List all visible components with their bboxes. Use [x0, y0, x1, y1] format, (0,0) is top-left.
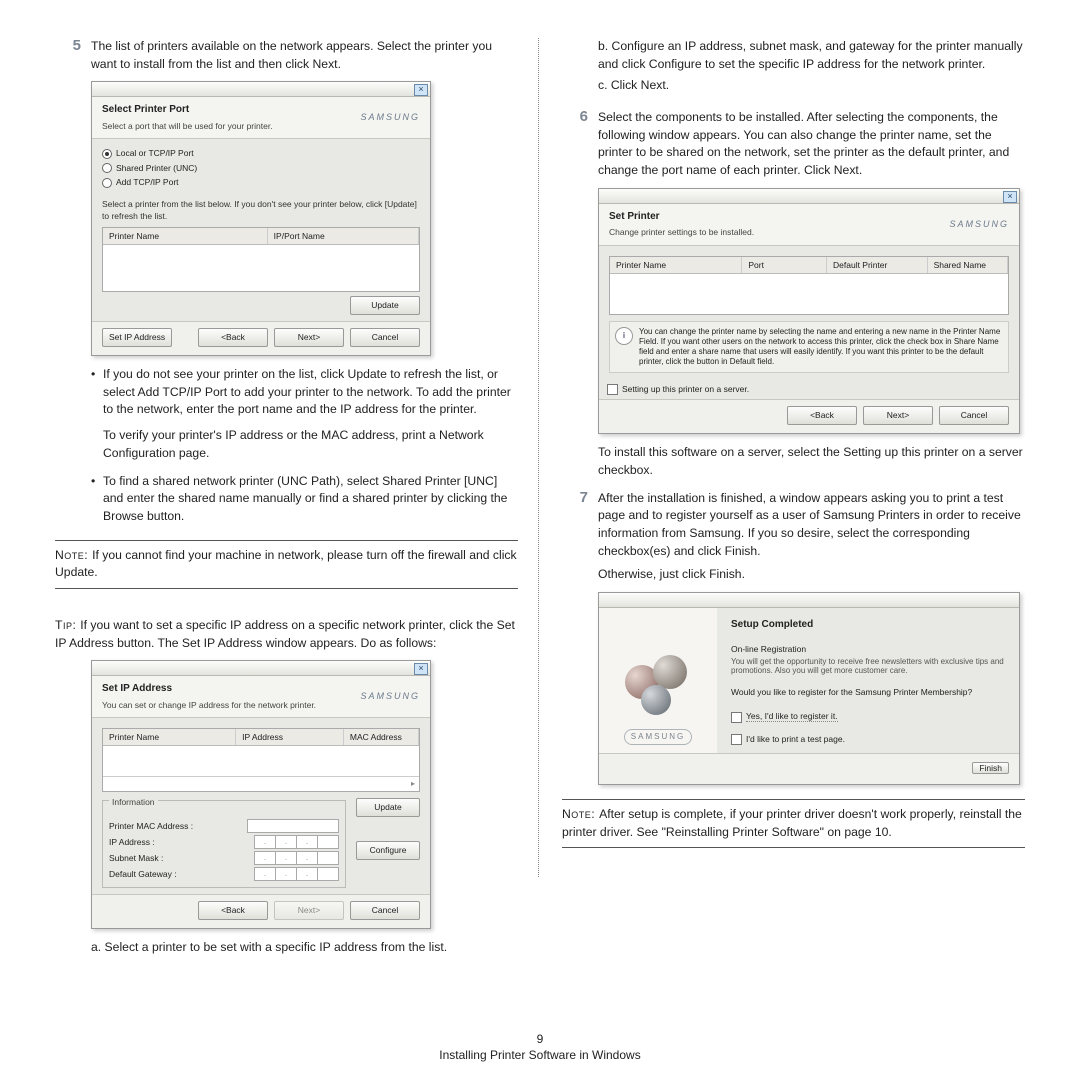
note-firewall: Note: If you cannot find your machine in…: [55, 547, 518, 582]
sub-b: b. Configure an IP address, subnet mask,…: [562, 38, 1025, 73]
dialog-select-printer-port: × Select Printer Port Select a port that…: [91, 81, 431, 356]
next-button: Next>: [274, 901, 344, 920]
col-ip: IP Address: [236, 729, 344, 745]
label-mac: Printer MAC Address :: [109, 820, 193, 832]
dialog-subtitle: You can set or change IP address for the…: [102, 699, 316, 711]
step-7-otherwise: Otherwise, just click Finish.: [562, 566, 1025, 584]
bullet-unc: •To find a shared network printer (UNC P…: [91, 473, 518, 526]
dialog-set-ip: × Set IP Address You can set or change I…: [91, 660, 431, 929]
dialog-subtitle: Change printer settings to be installed.: [609, 226, 754, 238]
column-divider: [538, 38, 539, 877]
ip-printer-table[interactable]: Printer Name IP Address MAC Address ▸: [102, 728, 420, 792]
left-column: 5 The list of printers available on the …: [55, 38, 540, 957]
configure-button[interactable]: Configure: [356, 841, 420, 860]
step-5-number: 5: [55, 38, 91, 73]
step-5: 5 The list of printers available on the …: [55, 38, 518, 73]
col-shared: Shared Name: [928, 257, 1008, 273]
bullet-update-extra: To verify your printer's IP address or t…: [91, 427, 518, 462]
completed-graphic: SAMSUNG: [599, 608, 717, 753]
dialog-hint: Select a printer from the list below. If…: [102, 198, 420, 223]
footer-title: Installing Printer Software in Windows: [0, 1048, 1080, 1062]
cancel-button[interactable]: Cancel: [350, 901, 420, 920]
set-printer-table[interactable]: Printer Name Port Default Printer Shared…: [609, 256, 1009, 315]
dialog-title: Set Printer: [609, 211, 660, 222]
samsung-logo: SAMSUNG: [624, 729, 692, 745]
set-ip-button[interactable]: Set IP Address: [102, 328, 172, 347]
cancel-button[interactable]: Cancel: [350, 328, 420, 347]
update-button[interactable]: Update: [356, 798, 420, 817]
server-checkbox-row[interactable]: Setting up this printer on a server.: [599, 379, 1019, 399]
col-port: Port: [742, 257, 827, 273]
sub-a: a. Select a printer to be set with a spe…: [55, 939, 518, 957]
step-5-text: The list of printers available on the ne…: [91, 38, 518, 73]
setup-completed-title: Setup Completed: [731, 618, 1007, 633]
radio-shared-unc[interactable]: Shared Printer (UNC): [102, 162, 420, 174]
page-footer: 9 Installing Printer Software in Windows: [0, 1032, 1080, 1062]
step-7: 7 After the installation is finished, a …: [562, 490, 1025, 561]
step-6-number: 6: [562, 109, 598, 180]
back-button[interactable]: <Back: [787, 406, 857, 425]
step-6: 6 Select the components to be installed.…: [562, 109, 1025, 180]
label-ip: IP Address :: [109, 836, 155, 848]
close-icon[interactable]: ×: [1003, 191, 1017, 203]
back-button[interactable]: <Back: [198, 901, 268, 920]
server-checkbox[interactable]: [607, 384, 618, 395]
dialog-titlebar: ×: [92, 82, 430, 97]
membership-question: Would you like to register for the Samsu…: [731, 686, 1007, 698]
radio-add-tcpip[interactable]: Add TCP/IP Port: [102, 176, 420, 188]
dialog-setup-completed: SAMSUNG Setup Completed On-line Registra…: [598, 592, 1020, 785]
cancel-button[interactable]: Cancel: [939, 406, 1009, 425]
samsung-logo: SAMSUNG: [949, 218, 1009, 231]
info-icon: i: [615, 327, 633, 345]
after-step6-text: To install this software on a server, se…: [562, 444, 1025, 479]
step-6-text: Select the components to be installed. A…: [598, 109, 1025, 180]
checkbox-testpage[interactable]: I'd like to print a test page.: [731, 725, 1007, 747]
radio-local-tcpip[interactable]: Local or TCP/IP Port: [102, 147, 420, 159]
update-button[interactable]: Update: [350, 296, 420, 315]
info-legend: Information: [109, 797, 158, 807]
checkbox-register[interactable]: Yes, I'd like to register it.: [731, 708, 1007, 724]
page-number: 9: [0, 1032, 1080, 1046]
step-7-number: 7: [562, 490, 598, 561]
note-reinstall: Note: After setup is complete, if your p…: [562, 806, 1025, 841]
sub-c: c. Click Next.: [562, 77, 1025, 95]
col-mac: MAC Address: [344, 729, 419, 745]
samsung-logo: SAMSUNG: [360, 111, 420, 124]
col-printer-name: Printer Name: [103, 729, 236, 745]
dialog-subtitle: Select a port that will be used for your…: [102, 120, 273, 132]
close-icon[interactable]: ×: [414, 84, 428, 96]
col-printer-name: Printer Name: [103, 228, 268, 244]
info-note: i You can change the printer name by sel…: [609, 321, 1009, 373]
next-button[interactable]: Next>: [863, 406, 933, 425]
col-ip-port: IP/Port Name: [268, 228, 419, 244]
label-subnet: Subnet Mask :: [109, 852, 163, 864]
col-printer-name: Printer Name: [610, 257, 742, 273]
samsung-logo: SAMSUNG: [360, 690, 420, 703]
step-7-text: After the installation is finished, a wi…: [598, 490, 1025, 561]
finish-button[interactable]: Finish: [972, 762, 1009, 774]
bullet-update: •If you do not see your printer on the l…: [91, 366, 518, 419]
printer-table[interactable]: Printer Name IP/Port Name: [102, 227, 420, 292]
online-reg-heading: On-line Registration: [731, 643, 1007, 655]
label-gateway: Default Gateway :: [109, 868, 177, 880]
dialog-title: Set IP Address: [102, 683, 172, 694]
dialog-set-printer: × Set Printer Change printer settings to…: [598, 188, 1020, 434]
online-reg-text: You will get the opportunity to receive …: [731, 657, 1007, 676]
right-column: b. Configure an IP address, subnet mask,…: [540, 38, 1025, 957]
close-icon[interactable]: ×: [414, 663, 428, 675]
dialog-title: Select Printer Port: [102, 104, 189, 115]
tip-set-ip: Tip: If you want to set a specific IP ad…: [55, 617, 518, 652]
col-default: Default Printer: [827, 257, 928, 273]
back-button[interactable]: <Back: [198, 328, 268, 347]
next-button[interactable]: Next>: [274, 328, 344, 347]
